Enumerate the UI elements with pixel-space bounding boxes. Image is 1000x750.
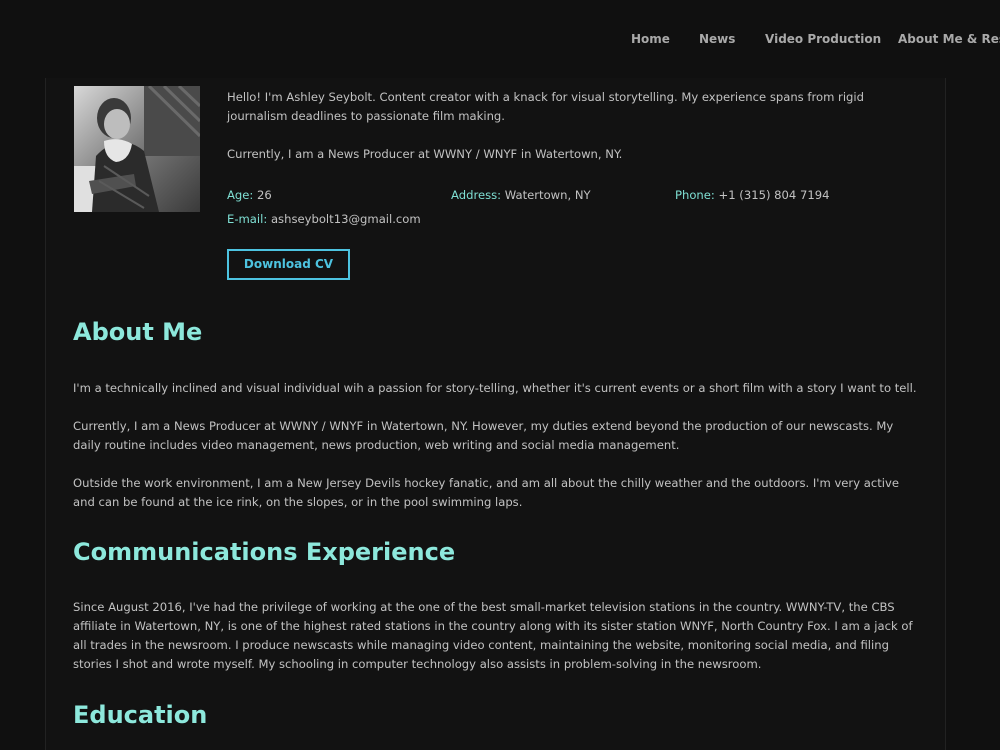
age-info: Age: 26 xyxy=(227,186,272,205)
email-value[interactable]: ashseybolt13@gmail.com xyxy=(267,212,421,226)
nav-video-production-link[interactable]: Video Production xyxy=(765,32,881,46)
address-info: Address: Watertown, NY xyxy=(451,186,591,205)
download-cv-button[interactable]: Download CV xyxy=(227,249,350,280)
address-label: Address: xyxy=(451,188,502,202)
communications-experience-text: Since August 2016, I've had the privileg… xyxy=(73,598,923,693)
about-me-text: I'm a technically inclined and visual in… xyxy=(73,379,923,531)
about-paragraph: I'm a technically inclined and visual in… xyxy=(73,381,917,395)
intro-text: Hello! I'm Ashley Seybolt. Content creat… xyxy=(227,88,917,164)
page: Home News Video Production About Me & Re… xyxy=(0,0,1000,750)
education-heading: Education xyxy=(73,701,208,729)
top-navigation-bar: Home News Video Production About Me & Re… xyxy=(0,0,1000,78)
phone-value: +1 (315) 804 7194 xyxy=(714,188,830,202)
communications-paragraph: Since August 2016, I've had the privileg… xyxy=(73,600,913,671)
communications-experience-heading: Communications Experience xyxy=(73,538,456,566)
address-value: Watertown, NY xyxy=(501,188,591,202)
age-label: Age: xyxy=(227,188,254,202)
nav-about-me-resume-link[interactable]: About Me & Resume xyxy=(898,32,1000,46)
about-paragraph: Outside the work environment, I am a New… xyxy=(73,476,899,509)
about-paragraph: Currently, I am a News Producer at WWNY … xyxy=(73,419,894,452)
phone-label: Phone: xyxy=(675,188,715,202)
phone-info: Phone: +1 (315) 804 7194 xyxy=(675,186,829,205)
current-position-paragraph: Currently, I am a News Producer at WWNY … xyxy=(227,147,623,161)
age-value: 26 xyxy=(253,188,272,202)
email-label: E-mail: xyxy=(227,212,268,226)
intro-paragraph: Hello! I'm Ashley Seybolt. Content creat… xyxy=(227,90,864,123)
nav-news-link[interactable]: News xyxy=(699,32,735,46)
email-info: E-mail: ashseybolt13@gmail.com xyxy=(227,210,421,229)
profile-photo xyxy=(74,86,200,212)
nav-home-link[interactable]: Home xyxy=(631,32,670,46)
about-me-heading: About Me xyxy=(73,318,203,346)
profile-photo-image xyxy=(74,86,200,212)
